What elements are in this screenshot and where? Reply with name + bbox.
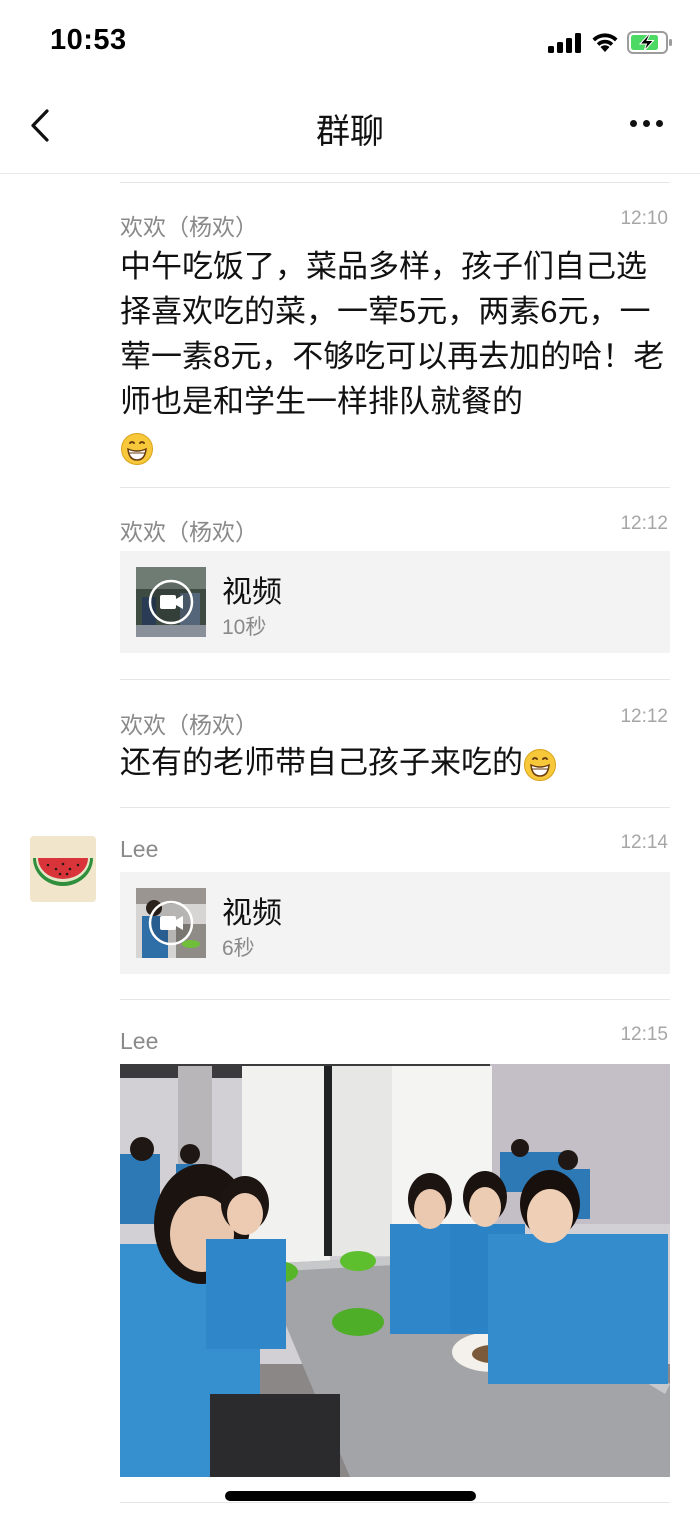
- image-message[interactable]: [120, 1064, 670, 1477]
- page-title: 群聊: [316, 113, 384, 151]
- message-divider: [120, 1502, 670, 1503]
- video-duration: 10秒: [222, 616, 267, 639]
- message-divider: [120, 182, 670, 183]
- wifi-icon: [592, 33, 618, 52]
- grinning-face-icon: [524, 748, 556, 781]
- video-title: 视频: [222, 576, 282, 609]
- message-item[interactable]: 欢欢（杨欢） 12:12 还有的老师带自己孩子来吃的: [120, 698, 670, 798]
- battery-charging-icon: [627, 31, 672, 54]
- message-text: 中午吃饭了，菜品多样，孩子们自己选择喜欢吃的菜，一荤5元，两素6元，一荤一素8元…: [120, 244, 676, 469]
- message-item[interactable]: Lee 12:14 视频 6秒: [120, 828, 670, 978]
- message-divider: [120, 999, 670, 1000]
- message-item[interactable]: 欢欢（杨欢） 12:10 中午吃饭了，菜品多样，孩子们自己选择喜欢吃的菜，一荤5…: [120, 200, 670, 470]
- nav-bar: 群聊: [0, 88, 700, 174]
- message-time: 12:12: [620, 706, 668, 727]
- message-sender: 欢欢（杨欢）: [120, 519, 258, 545]
- message-text: 还有的老师带自己孩子来吃的: [120, 740, 676, 785]
- home-indicator[interactable]: [225, 1491, 476, 1501]
- message-item[interactable]: Lee 12:15: [120, 1020, 670, 1060]
- status-time: 10:53: [50, 24, 127, 56]
- message-divider: [120, 807, 670, 808]
- message-text-content: 中午吃饭了，菜品多样，孩子们自己选择喜欢吃的菜，一荤5元，两素6元，一荤一素8元…: [120, 249, 665, 419]
- video-camera-icon: [148, 900, 194, 946]
- message-time: 12:14: [620, 832, 668, 853]
- message-time: 12:12: [620, 513, 668, 534]
- video-message-card[interactable]: 视频 10秒: [120, 551, 670, 653]
- message-item[interactable]: 欢欢（杨欢） 12:12 视频 10秒: [120, 505, 670, 655]
- message-sender: 欢欢（杨欢）: [120, 712, 258, 738]
- message-sender: Lee: [120, 1028, 159, 1054]
- avatar[interactable]: [30, 836, 96, 902]
- message-time: 12:15: [620, 1024, 668, 1045]
- message-time: 12:10: [620, 208, 668, 229]
- message-text-content: 还有的老师带自己孩子来吃的: [120, 745, 523, 780]
- grinning-face-icon: [121, 432, 153, 465]
- message-sender: Lee: [120, 836, 159, 862]
- video-camera-icon: [148, 579, 194, 625]
- status-bar: 10:53: [0, 0, 700, 88]
- video-title: 视频: [222, 897, 282, 930]
- message-divider: [120, 679, 670, 680]
- message-sender: 欢欢（杨欢）: [120, 214, 258, 240]
- cellular-signal-icon: [548, 33, 582, 53]
- message-divider: [120, 487, 670, 488]
- video-message-card[interactable]: 视频 6秒: [120, 872, 670, 974]
- more-horizontal-icon[interactable]: [626, 120, 666, 130]
- video-duration: 6秒: [222, 937, 255, 960]
